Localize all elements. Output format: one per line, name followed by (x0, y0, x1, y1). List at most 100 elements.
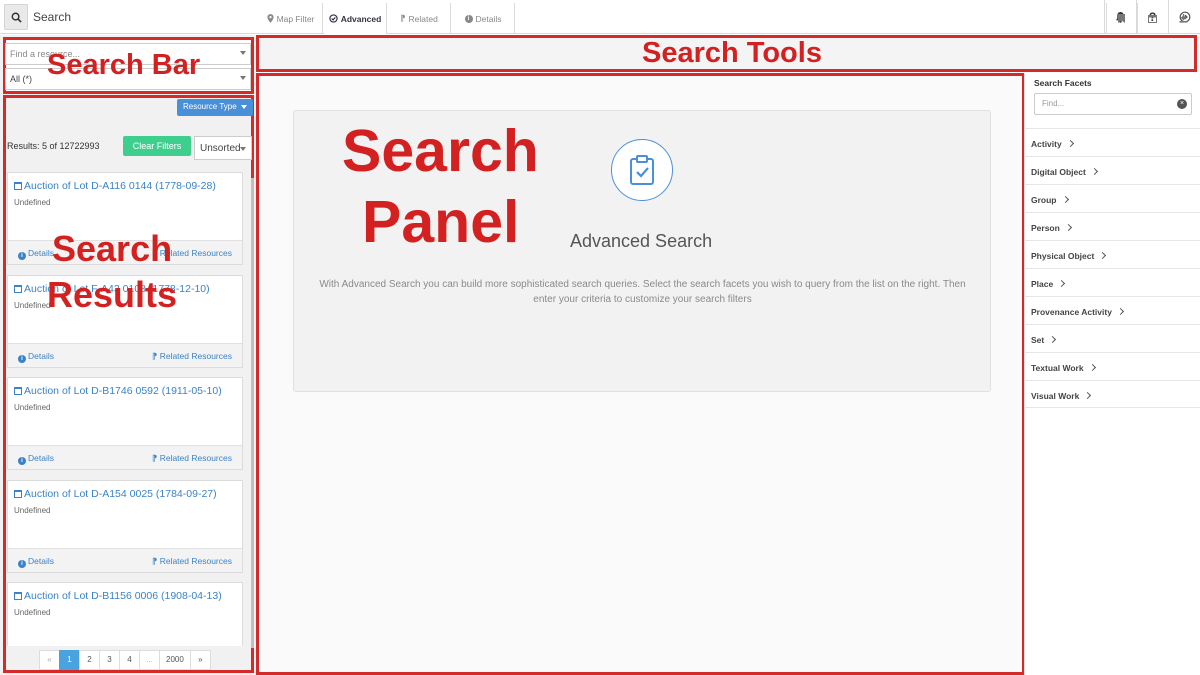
top-bar: Search ? (0, 0, 1200, 34)
result-subtitle: Undefined (14, 506, 51, 515)
advanced-search-badge (611, 139, 673, 201)
related-icon: ⁋ (400, 13, 406, 23)
pagination: « 1 2 3 4 ... 2000 » (39, 650, 211, 670)
bookmark-button[interactable] (1106, 3, 1136, 34)
related-icon: ⁋ (151, 351, 160, 361)
result-footer: i Details ⁋ Related Resources (8, 548, 242, 572)
chevron-right-icon (1061, 195, 1069, 204)
details-label: Details (28, 248, 54, 258)
top-search-label[interactable]: Search (33, 10, 71, 24)
tab-advanced[interactable]: Advanced (324, 3, 387, 34)
result-subtitle: Undefined (14, 403, 51, 412)
result-footer: i Details ⁋ Related Resources (8, 343, 242, 367)
page-2[interactable]: 2 (79, 650, 100, 670)
facet-label: Provenance Activity (1031, 307, 1112, 317)
calendar-button[interactable] (1137, 3, 1167, 34)
page-next[interactable]: » (189, 650, 211, 670)
facet-physical-object[interactable]: Physical Object (1024, 240, 1200, 268)
search-icon-button[interactable] (4, 4, 28, 30)
result-title-link[interactable]: Auction of Lot D-A116 0144 (1778-09-28) (14, 180, 216, 192)
tab-details[interactable]: i Details (452, 3, 515, 34)
facet-provenance-activity[interactable]: Provenance Activity (1024, 296, 1200, 324)
chevron-right-icon (1090, 167, 1098, 176)
calendar-icon (14, 182, 22, 190)
scope-value: All (*) (10, 74, 32, 84)
chevron-right-icon (1099, 251, 1107, 260)
result-subtitle: Undefined (14, 301, 51, 310)
facet-visual-work[interactable]: Visual Work (1024, 380, 1200, 408)
facet-find-placeholder: Find... (1042, 99, 1065, 108)
chevron-right-icon (1066, 139, 1074, 148)
facet-group[interactable]: Group (1024, 184, 1200, 212)
chevron-right-icon (1058, 279, 1066, 288)
annotation-search-tools: Search Tools (642, 37, 822, 69)
details-link[interactable]: i Details (18, 453, 54, 465)
results-scrollbar[interactable] (251, 178, 254, 648)
result-title: Auction of Lot D-A154 0025 (1784-09-27) (24, 488, 217, 500)
check-circle-icon (329, 14, 338, 23)
calendar-icon (14, 387, 22, 395)
tab-related[interactable]: ⁋ Related (388, 3, 451, 34)
related-resources-link[interactable]: ⁋ Related Resources (152, 556, 232, 567)
info-icon: i (18, 252, 26, 260)
details-link[interactable]: i Details (18, 556, 54, 568)
page-last[interactable]: 2000 (159, 650, 191, 670)
calendar-icon (14, 490, 22, 498)
annotation-search-panel-line2: Panel (362, 189, 520, 255)
chevron-right-icon (1064, 223, 1072, 232)
result-subtitle: Undefined (14, 608, 51, 617)
facet-set[interactable]: Set (1024, 324, 1200, 352)
related-label: Related Resources (159, 453, 232, 463)
details-link[interactable]: i Details (18, 351, 54, 363)
facet-label: Textual Work (1031, 363, 1084, 373)
facet-find-input[interactable]: Find... × (1034, 93, 1192, 115)
tab-label: Related (408, 13, 438, 24)
facet-label: Place (1031, 279, 1054, 289)
tab-map-filter[interactable]: Map Filter (259, 3, 323, 34)
calendar-icon (14, 592, 22, 600)
clear-icon[interactable]: × (1177, 99, 1187, 109)
page-1[interactable]: 1 (59, 650, 80, 670)
related-icon: ⁋ (151, 453, 160, 463)
related-icon: ⁋ (151, 556, 160, 566)
result-title-link[interactable]: Auction of Lot D-A154 0025 (1784-09-27) (14, 488, 217, 500)
result-title: Auction of Lot D-B1746 0592 (1911-05-10) (24, 385, 222, 397)
result-card: Auction of Lot D-A154 0025 (1784-09-27) … (7, 480, 243, 573)
sort-value: Unsorted (200, 143, 241, 154)
details-link[interactable]: i Details (18, 248, 54, 260)
details-label: Details (28, 351, 54, 361)
chevron-down-icon (240, 76, 246, 80)
page-prev[interactable]: « (39, 650, 60, 670)
facet-label: Activity (1031, 139, 1062, 149)
tab-label: Details (475, 13, 502, 24)
facet-label: Group (1031, 195, 1057, 205)
result-title-link[interactable]: Auction of Lot D-B1746 0592 (1911-05-10) (14, 385, 222, 397)
resource-type-button[interactable]: Resource Type (177, 99, 253, 116)
facet-label: Visual Work (1031, 391, 1080, 401)
facet-textual-work[interactable]: Textual Work (1024, 352, 1200, 380)
calendar-icon (1148, 15, 1157, 23)
facet-label: Set (1031, 335, 1045, 345)
facet-activity[interactable]: Activity (1024, 128, 1200, 156)
clear-filters-button[interactable]: Clear Filters (123, 136, 191, 156)
result-card: Auction of Lot D-B1746 0592 (1911-05-10)… (7, 377, 243, 470)
tab-label: Map Filter (276, 13, 315, 24)
search-icon (11, 12, 22, 23)
page-3[interactable]: 3 (99, 650, 120, 670)
caret-down-icon (240, 104, 247, 109)
map-marker-icon (267, 14, 274, 23)
download-icon (1179, 14, 1188, 23)
page-4[interactable]: 4 (119, 650, 140, 670)
facet-person[interactable]: Person (1024, 212, 1200, 240)
related-resources-link[interactable]: ⁋ Related Resources (152, 351, 232, 362)
related-resources-link[interactable]: ⁋ Related Resources (152, 453, 232, 464)
facet-place[interactable]: Place (1024, 268, 1200, 296)
details-label: Details (28, 453, 54, 463)
info-icon: i (18, 560, 26, 568)
sort-select[interactable]: Unsorted (194, 136, 252, 160)
annotation-search-bar: Search Bar (47, 49, 201, 81)
download-button[interactable] (1168, 3, 1198, 34)
facet-digital-object[interactable]: Digital Object (1024, 156, 1200, 184)
result-title-link[interactable]: Auction of Lot D-B1156 0006 (1908-04-13) (14, 590, 222, 602)
info-icon: i (464, 14, 473, 23)
